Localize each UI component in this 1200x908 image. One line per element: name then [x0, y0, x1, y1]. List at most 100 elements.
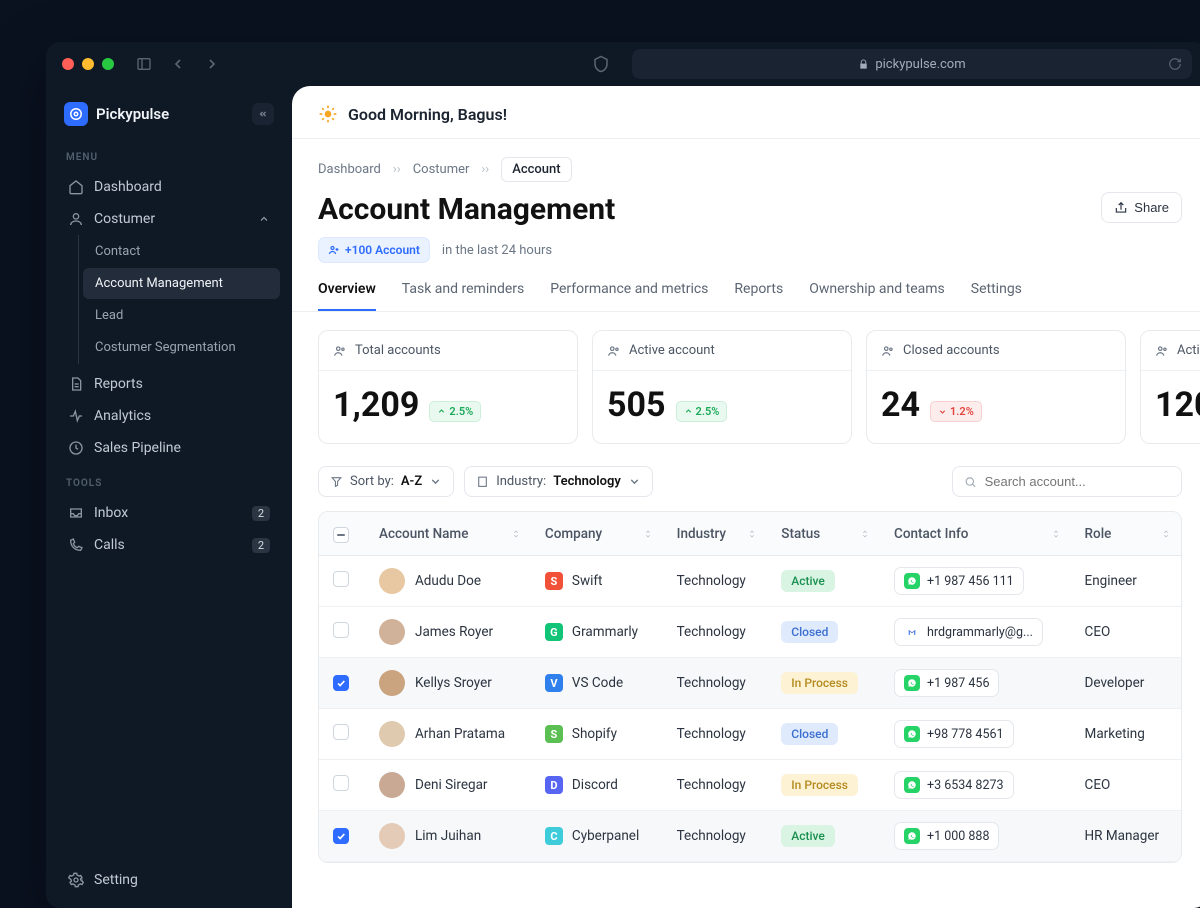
chevron-down-icon	[429, 475, 442, 488]
brand[interactable]: Pickypulse	[64, 102, 169, 126]
stat-card[interactable]: Active users120	[1140, 330, 1200, 444]
sidebar-item-dashboard[interactable]: Dashboard	[58, 171, 280, 203]
contact-chip[interactable]: +1 987 456	[894, 669, 999, 697]
sidebar-toggle-icon[interactable]	[136, 56, 152, 72]
tab-overview[interactable]: Overview	[318, 281, 376, 311]
tabs: Overview Task and reminders Performance …	[292, 263, 1200, 312]
sidebar-item-label: Dashboard	[94, 179, 162, 195]
row-checkbox[interactable]	[333, 724, 349, 740]
stat-value: 1,209	[333, 385, 419, 425]
growth-meta-text: in the last 24 hours	[442, 243, 552, 258]
avatar	[379, 670, 405, 696]
privacy-shield-icon[interactable]	[592, 55, 610, 73]
sidebar-item-label: Setting	[94, 872, 138, 888]
sidebar-item-label: Reports	[94, 376, 143, 392]
stat-card[interactable]: Closed accounts24 1.2%	[866, 330, 1126, 444]
contact-chip[interactable]: hrdgrammarly@g...	[894, 618, 1043, 646]
column-header[interactable]: Account Name	[365, 512, 531, 556]
company-name: Swift	[572, 573, 603, 589]
crumb-costumer[interactable]: Costumer	[413, 162, 470, 177]
sidebar-item-pipeline[interactable]: Sales Pipeline	[58, 432, 280, 464]
sort-icon	[747, 527, 757, 541]
table-row[interactable]: Adudu DoeSSwiftTechnologyActive+1 987 45…	[319, 556, 1181, 607]
tools-section-label: TOOLS	[66, 478, 272, 489]
avatar	[379, 721, 405, 747]
tab-performance[interactable]: Performance and metrics	[550, 281, 708, 311]
column-header[interactable]: Status	[767, 512, 880, 556]
address-bar[interactable]: pickypulse.com	[632, 49, 1192, 79]
sidebar-item-inbox[interactable]: Inbox 2	[58, 497, 280, 529]
row-checkbox[interactable]	[333, 622, 349, 638]
app-window: pickypulse.com Pickypulse MENU Dashboard	[46, 42, 1200, 908]
sort-icon	[1161, 527, 1171, 541]
contact-chip[interactable]: +98 778 4561	[894, 720, 1014, 748]
industry-filter[interactable]: Industry: Technology	[464, 466, 653, 497]
stat-value: 24	[881, 385, 920, 425]
sidebar-item-calls[interactable]: Calls 2	[58, 529, 280, 561]
subnav-costumer-segmentation[interactable]: Costumer Segmentation	[83, 332, 280, 363]
subnav-contact[interactable]: Contact	[83, 236, 280, 267]
column-header[interactable]: Role	[1071, 512, 1181, 556]
row-checkbox[interactable]	[333, 828, 349, 844]
status-badge: In Process	[781, 774, 858, 796]
row-checkbox[interactable]	[333, 775, 349, 791]
sidebar-item-setting[interactable]: Setting	[58, 864, 280, 896]
subnav-account-management[interactable]: Account Management	[83, 268, 280, 299]
minimize-window-dot[interactable]	[82, 58, 94, 70]
share-icon	[1114, 201, 1128, 215]
chevron-right-icon: ››	[481, 162, 489, 177]
greeting-text: Good Morning, Bagus!	[348, 105, 507, 124]
browser-back-icon[interactable]	[170, 56, 186, 72]
sidebar-item-reports[interactable]: Reports	[58, 368, 280, 400]
industry-cell: Technology	[677, 828, 746, 844]
select-all-checkbox[interactable]	[333, 527, 349, 543]
tab-settings[interactable]: Settings	[971, 281, 1022, 311]
phone-icon	[68, 537, 84, 553]
stat-label: Active account	[629, 343, 715, 358]
table-row[interactable]: Lim JuihanCCyberpanelTechnologyActive+1 …	[319, 811, 1181, 862]
company-logo-icon: D	[545, 776, 563, 794]
row-checkbox[interactable]	[333, 571, 349, 587]
contact-chip[interactable]: +1 987 456 111	[894, 567, 1024, 595]
maximize-window-dot[interactable]	[102, 58, 114, 70]
building-icon	[476, 475, 489, 488]
crumb-dashboard[interactable]: Dashboard	[318, 162, 381, 177]
row-checkbox[interactable]	[333, 675, 349, 691]
column-header[interactable]: Industry	[663, 512, 768, 556]
reload-icon[interactable]	[1168, 57, 1182, 71]
column-header[interactable]: Contact Info	[880, 512, 1071, 556]
table-row[interactable]: Deni SiregarDDiscordTechnologyIn Process…	[319, 760, 1181, 811]
sort-filter[interactable]: Sort by: A-Z	[318, 466, 454, 497]
contact-chip[interactable]: +3 6534 8273	[894, 771, 1014, 799]
stat-card[interactable]: Active account505 2.5%	[592, 330, 852, 444]
contact-chip[interactable]: +1 000 888	[894, 822, 999, 850]
sidebar-collapse-button[interactable]	[252, 103, 274, 125]
table-row[interactable]: Kellys SroyerVVS CodeTechnologyIn Proces…	[319, 658, 1181, 709]
tab-tasks[interactable]: Task and reminders	[402, 281, 524, 311]
address-bar-url: pickypulse.com	[875, 57, 965, 72]
account-name: Arhan Pratama	[415, 726, 505, 742]
table-row[interactable]: James RoyerGGrammarlyTechnologyClosedhrd…	[319, 607, 1181, 658]
company-logo-icon: V	[545, 674, 563, 692]
calls-badge: 2	[252, 538, 270, 553]
tab-reports[interactable]: Reports	[734, 281, 783, 311]
industry-cell: Technology	[677, 675, 746, 691]
stat-card[interactable]: Total accounts1,209 2.5%	[318, 330, 578, 444]
lock-icon	[858, 59, 869, 70]
share-button[interactable]: Share	[1101, 192, 1182, 223]
column-header[interactable]: Company	[531, 512, 663, 556]
tab-ownership[interactable]: Ownership and teams	[809, 281, 945, 311]
status-badge: In Process	[781, 672, 858, 694]
browser-forward-icon[interactable]	[204, 56, 220, 72]
close-window-dot[interactable]	[62, 58, 74, 70]
subnav-lead[interactable]: Lead	[83, 300, 280, 331]
sidebar-item-costumer[interactable]: Costumer	[58, 203, 280, 235]
mac-titlebar: pickypulse.com	[46, 42, 1200, 86]
search-input-wrap[interactable]	[952, 466, 1182, 497]
avatar	[379, 619, 405, 645]
sun-icon	[318, 104, 338, 124]
sidebar-item-analytics[interactable]: Analytics	[58, 400, 280, 432]
search-input[interactable]	[985, 474, 1170, 489]
chevron-right-icon: ››	[393, 162, 401, 177]
table-row[interactable]: Arhan PratamaSShopifyTechnologyClosed+98…	[319, 709, 1181, 760]
